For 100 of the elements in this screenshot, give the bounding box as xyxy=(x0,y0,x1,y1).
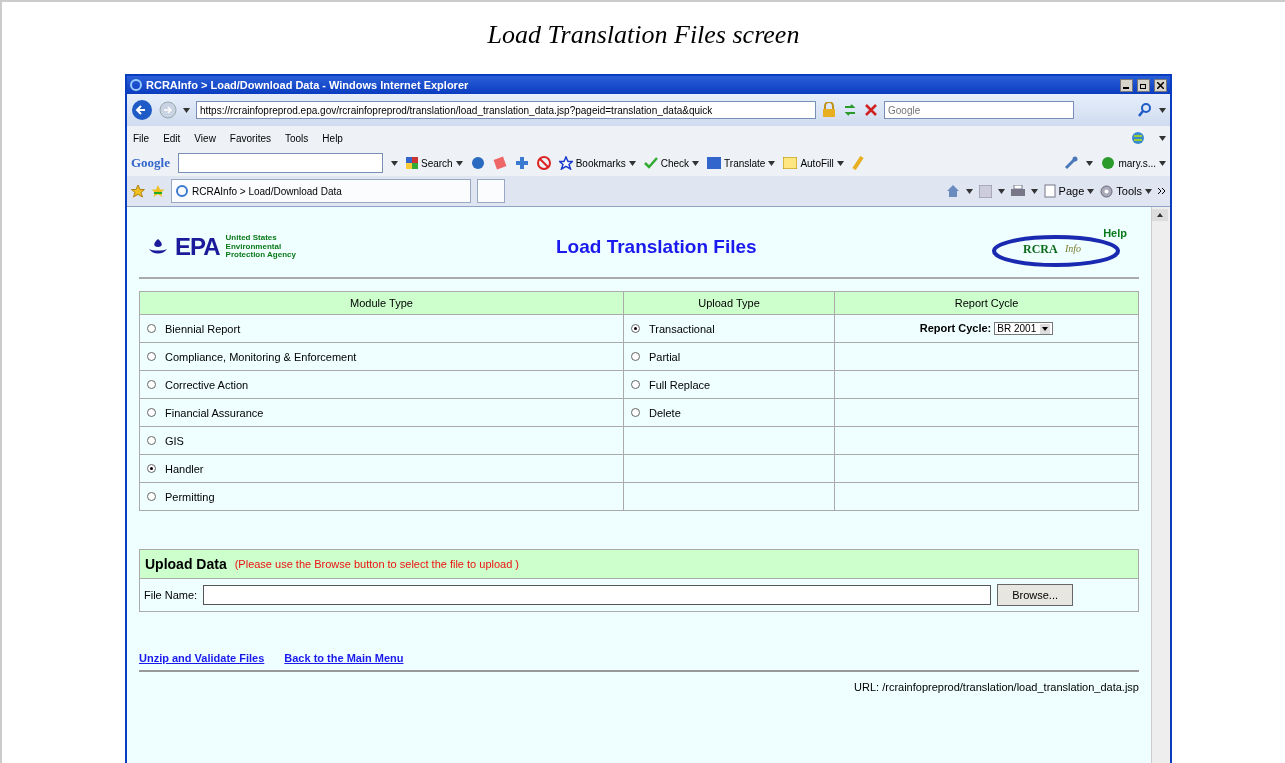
dropdown-arrow-icon[interactable] xyxy=(1040,323,1051,334)
column-header: Upload Type xyxy=(623,291,835,315)
google-logo: Google xyxy=(131,155,170,171)
user-status-icon[interactable] xyxy=(1101,156,1116,170)
rcra-logo-script: Info xyxy=(1065,243,1082,254)
caret-icon[interactable] xyxy=(1159,135,1166,141)
home-icon[interactable] xyxy=(945,184,960,198)
caret-icon[interactable] xyxy=(628,160,636,166)
option-label: Biennial Report xyxy=(165,322,241,335)
menu-item[interactable]: Favorites xyxy=(229,132,271,144)
radio-button[interactable] xyxy=(631,352,640,361)
caret-icon[interactable] xyxy=(965,188,973,194)
radio-button[interactable] xyxy=(147,352,156,361)
caret-icon[interactable] xyxy=(183,107,190,113)
option-label: GIS xyxy=(165,434,184,447)
section-title: Upload Data xyxy=(145,556,227,572)
page-heading: Load Translation Files xyxy=(555,236,758,258)
report-cycle-label: Report Cycle: xyxy=(919,321,993,334)
caret-icon[interactable] xyxy=(692,160,700,166)
menu-item[interactable]: File xyxy=(133,132,150,144)
epa-logo: EPA xyxy=(175,233,220,261)
address-bar[interactable]: https://rcrainfopreprod.epa.gov/rcrainfopreprod/translation/load_translation_data.jsp?pageid=translation_data&quick xyxy=(196,101,816,119)
column-header: Module Type xyxy=(139,291,624,315)
colored-squares-icon[interactable] xyxy=(406,157,418,169)
toolbar-button[interactable]: Check xyxy=(643,156,700,170)
option-label: Permitting xyxy=(165,490,215,503)
option-label: Compliance, Monitoring & Enforcement xyxy=(165,350,357,363)
blocked-popup-icon[interactable] xyxy=(536,156,551,170)
browser-logo-icon[interactable] xyxy=(176,185,188,197)
radio-button[interactable] xyxy=(147,380,156,389)
file-name-field[interactable] xyxy=(203,585,992,605)
chevron-icon[interactable] xyxy=(1158,187,1166,195)
radio-button[interactable] xyxy=(147,408,156,417)
browse-button[interactable]: Browse... xyxy=(997,584,1074,606)
caret-icon[interactable] xyxy=(836,160,844,166)
caret-icon[interactable] xyxy=(1086,160,1094,166)
option-label: Transactional xyxy=(649,322,715,335)
scrollbar[interactable] xyxy=(1151,207,1170,763)
google-search-field[interactable] xyxy=(178,153,383,173)
toolbar-button[interactable]: Tools xyxy=(1100,184,1152,198)
option-label: Handler xyxy=(165,462,204,475)
caret-icon[interactable] xyxy=(1159,160,1166,166)
toolbar-button[interactable]: mary.s... xyxy=(1101,156,1166,170)
radio-button[interactable] xyxy=(631,324,640,333)
add-favorite-icon[interactable] xyxy=(151,184,165,198)
toolbar-button[interactable]: AutoFill xyxy=(783,157,844,169)
nav-link[interactable]: Back to the Main Menu xyxy=(284,652,404,664)
page-url: URL: /rcrainfopreprod/translation/load_translation_data.jsp xyxy=(854,681,1139,693)
radio-button[interactable] xyxy=(631,408,640,417)
caret-icon[interactable] xyxy=(1159,107,1166,113)
help-link[interactable]: Help xyxy=(1103,227,1127,239)
toolbar-button[interactable]: Translate xyxy=(707,157,776,169)
scroll-up-icon[interactable] xyxy=(1152,209,1168,221)
radio-button[interactable] xyxy=(147,436,156,445)
menu-item[interactable]: Edit xyxy=(163,132,181,144)
upload-hint: (Please use the Browse button to select the file to upload ) xyxy=(234,558,520,570)
search-field[interactable]: Google xyxy=(884,101,1074,119)
refresh-icon[interactable] xyxy=(842,103,858,117)
caret-icon[interactable] xyxy=(391,160,398,166)
star-icon[interactable] xyxy=(558,156,573,170)
gear-icon[interactable] xyxy=(1100,184,1114,198)
nav-link[interactable]: Unzip and Validate Files xyxy=(139,652,265,664)
option-label: Full Replace xyxy=(649,378,711,391)
option-label: Partial xyxy=(649,350,681,363)
rcra-logo: RCRA xyxy=(1023,242,1058,257)
caret-icon[interactable] xyxy=(997,188,1005,194)
address-text: https://rcrainfopreprod.epa.gov/rcrainfopreprod/translation/load_translation_data.jsp?pageid=translation_data&quick xyxy=(200,104,713,116)
menu-item[interactable]: Tools xyxy=(285,132,309,144)
option-label: Corrective Action xyxy=(165,378,249,391)
radio-button[interactable] xyxy=(147,324,156,333)
radio-button[interactable] xyxy=(631,380,640,389)
caret-icon[interactable] xyxy=(768,160,776,166)
printer-icon[interactable] xyxy=(1010,184,1025,198)
plus-icon[interactable] xyxy=(514,156,529,170)
search-icon[interactable] xyxy=(1137,102,1153,118)
toolbar-button[interactable]: Search xyxy=(406,157,463,169)
caret-icon[interactable] xyxy=(1030,188,1038,194)
wrench-icon[interactable] xyxy=(1064,156,1079,170)
report-cycle-dropdown[interactable]: BR 2001 xyxy=(994,322,1054,336)
option-label: Financial Assurance xyxy=(165,406,264,419)
browser-tab[interactable]: RCRAInfo > Load/Download Data xyxy=(171,179,471,203)
file-name-label: File Name: xyxy=(144,589,198,601)
menu-item[interactable]: Help xyxy=(322,132,343,144)
column-header: Report Cycle xyxy=(834,291,1139,315)
agency-name: United States Environmental Protection Agency xyxy=(225,233,297,261)
star-icon[interactable] xyxy=(131,184,145,198)
browser-logo-icon[interactable] xyxy=(130,79,142,91)
toolbar-button[interactable]: Bookmarks xyxy=(558,156,636,170)
toolbar-button[interactable]: Page xyxy=(1043,184,1095,198)
option-label: Delete xyxy=(649,406,681,419)
caret-icon[interactable] xyxy=(1145,188,1152,194)
radio-button[interactable] xyxy=(147,464,156,473)
menu-item[interactable]: View xyxy=(194,132,216,144)
caret-icon[interactable] xyxy=(455,160,463,166)
checkmark-icon[interactable] xyxy=(643,156,658,170)
radio-button[interactable] xyxy=(147,492,156,501)
back-icon[interactable] xyxy=(131,99,153,121)
stop-icon[interactable] xyxy=(864,103,878,117)
caret-icon[interactable] xyxy=(1087,188,1095,194)
figure-caption: Load Translation Files screen xyxy=(487,20,800,49)
